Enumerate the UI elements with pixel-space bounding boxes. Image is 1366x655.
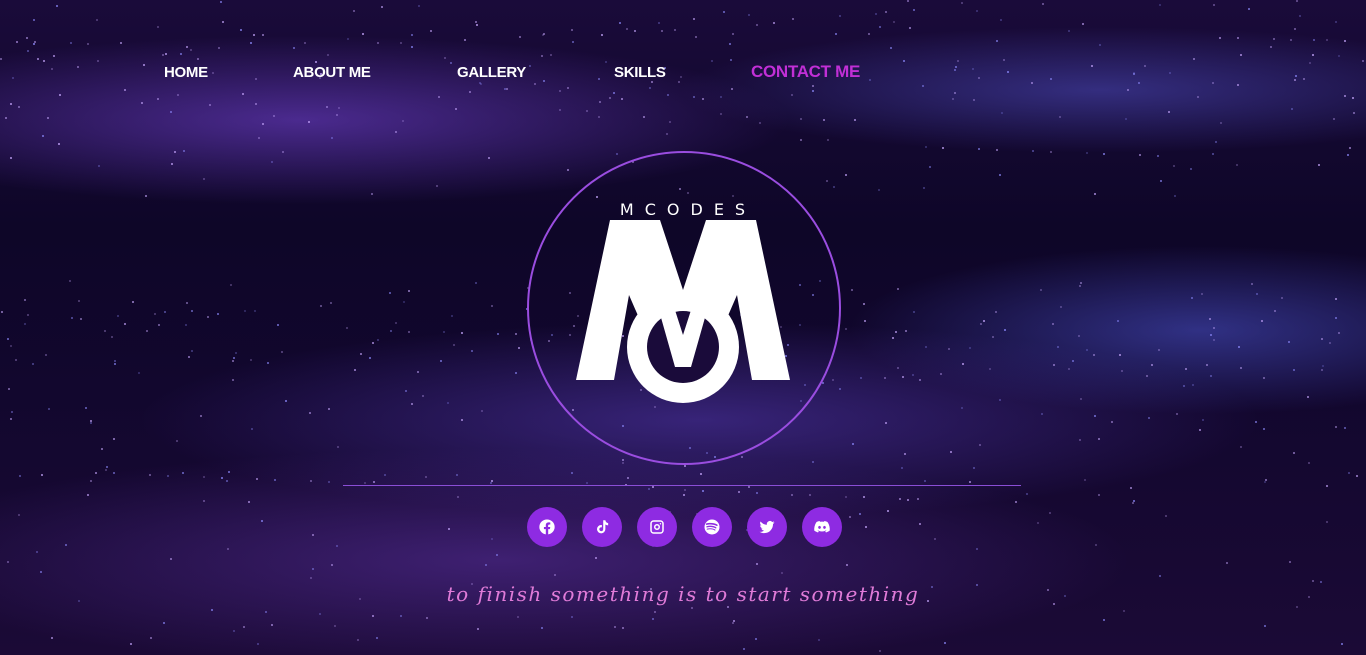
page-background: HOME ABOUT ME GALLERY SKILLS CONTACT ME …: [0, 0, 1366, 655]
nav-home[interactable]: HOME: [164, 63, 208, 83]
nav-skills[interactable]: SKILLS: [614, 63, 666, 83]
tiktok-icon: [596, 520, 609, 534]
twitter-icon: [759, 520, 775, 534]
facebook-icon: [539, 519, 555, 535]
spotify-button[interactable]: [692, 507, 732, 547]
nav-gallery[interactable]: GALLERY: [457, 63, 526, 83]
discord-button[interactable]: [802, 507, 842, 547]
divider-line: [343, 485, 1021, 486]
tagline: to finish something is to start somethin…: [446, 582, 920, 606]
facebook-button[interactable]: [527, 507, 567, 547]
instagram-button[interactable]: [637, 507, 677, 547]
main-nav: HOME ABOUT ME GALLERY SKILLS CONTACT ME: [0, 62, 1366, 85]
mcodes-logo-icon: [576, 220, 790, 403]
social-links: [527, 507, 842, 547]
spotify-icon: [704, 519, 720, 535]
nav-contact-me[interactable]: CONTACT ME: [751, 62, 860, 82]
tiktok-button[interactable]: [582, 507, 622, 547]
nav-about-me[interactable]: ABOUT ME: [293, 63, 371, 83]
twitter-button[interactable]: [747, 507, 787, 547]
instagram-icon: [650, 520, 664, 534]
discord-icon: [814, 521, 830, 533]
